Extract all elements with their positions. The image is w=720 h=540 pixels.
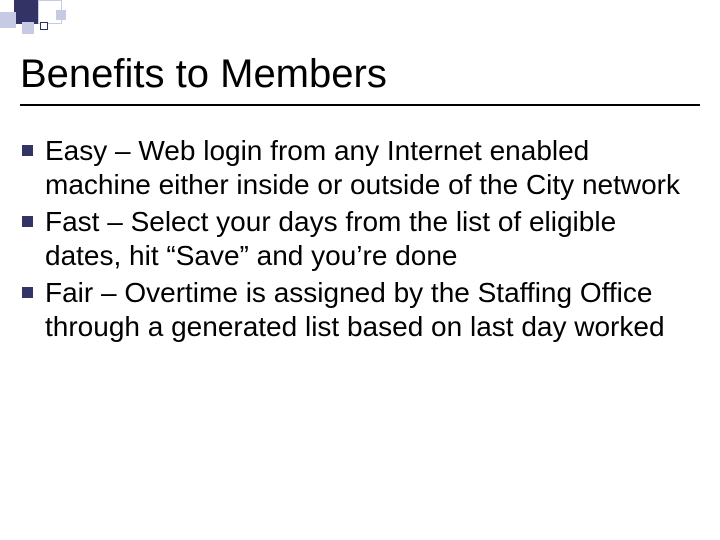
list-item: Easy – Web login from any Internet enabl… (22, 134, 698, 201)
list-item: Fair – Overtime is assigned by the Staff… (22, 276, 698, 343)
bullet-square-icon (22, 145, 33, 156)
bullet-square-icon (22, 216, 33, 227)
bullet-text: Easy – Web login from any Internet enabl… (45, 134, 698, 201)
list-item: Fast – Select your days from the list of… (22, 205, 698, 272)
bullet-square-icon (22, 287, 33, 298)
title-container: Benefits to Members (20, 0, 700, 106)
bullet-text: Fair – Overtime is assigned by the Staff… (45, 276, 698, 343)
slide: Benefits to Members Easy – Web login fro… (0, 0, 720, 540)
slide-title: Benefits to Members (20, 52, 700, 96)
bullet-text: Fast – Select your days from the list of… (45, 205, 698, 272)
slide-body: Easy – Web login from any Internet enabl… (0, 106, 720, 344)
